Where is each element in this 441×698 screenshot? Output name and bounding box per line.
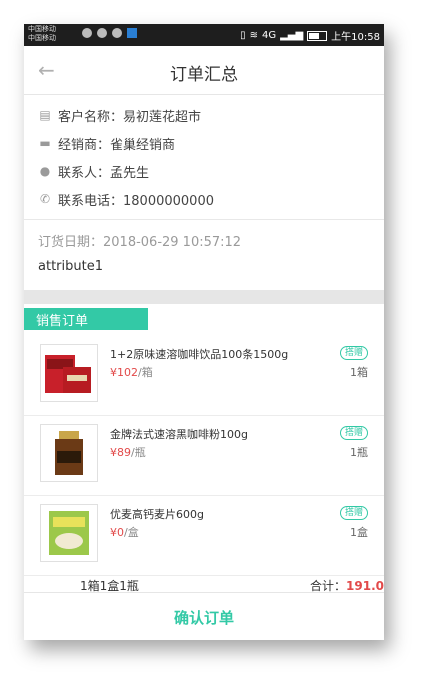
product-qty: 1盒: [350, 526, 368, 539]
list-item[interactable]: 1+2原味速溶咖啡饮品100条1500g ¥102/箱 搭赠 1箱: [24, 336, 384, 416]
carrier-1: 中国移动: [28, 25, 56, 33]
product-name: 优麦高钙麦片600g: [110, 508, 204, 521]
app-icon: [127, 28, 137, 38]
notification-icon: [97, 28, 107, 38]
product-image: [40, 504, 98, 562]
usb-icon: [82, 28, 92, 38]
product-name: 金牌法式速溶黑咖啡粉100g: [110, 428, 248, 441]
status-time: 上午10:58: [331, 32, 380, 43]
price-value: ¥102: [110, 366, 138, 379]
list-item[interactable]: 金牌法式速溶黑咖啡粉100g ¥89/瓶 搭赠 1瓶: [24, 416, 384, 496]
contact-phone: 联系电话：18000000000: [58, 193, 214, 209]
wifi-icon: ≋: [249, 30, 258, 41]
customer-name: 客户名称：易初莲花超市: [58, 109, 202, 125]
dealer-name: 经销商：雀巢经销商: [58, 137, 176, 153]
price-value: ¥0: [110, 526, 124, 539]
product-image: [40, 424, 98, 482]
customer-name-row: ▤ 客户名称：易初莲花超市: [24, 101, 384, 129]
phone-icon: ✆: [39, 192, 51, 206]
product-price: ¥0/盒: [110, 524, 139, 540]
order-summary: 1箱1盒1瓶 合计：191.0: [24, 577, 384, 593]
system-icons: ▯ ≋ 4G ▂▄▆ 上午10:58: [240, 28, 380, 43]
order-date: 订货日期：2018-06-29 10:57:12: [38, 234, 242, 250]
app-bar: ← 订单汇总: [24, 46, 384, 95]
gift-badge: 搭赠: [339, 346, 368, 360]
dealer-row: ▬ 经销商：雀巢经销商: [24, 129, 384, 157]
order-items: 1+2原味速溶咖啡饮品100条1500g ¥102/箱 搭赠 1箱 金牌法式速溶…: [24, 336, 384, 576]
signal-icon: ▂▄▆: [280, 30, 304, 41]
phone-row: ✆ 联系电话：18000000000: [24, 185, 384, 213]
carrier-labels: 中国移动 中国移动: [28, 25, 56, 43]
price-value: ¥89: [110, 446, 131, 459]
truck-icon: ▬: [39, 136, 51, 150]
product-price: ¥89/瓶: [110, 444, 146, 460]
page-title: 订单汇总: [170, 65, 238, 85]
price-unit: /箱: [138, 366, 153, 379]
battery-icon: [307, 30, 328, 41]
divider: [24, 219, 384, 220]
list-item[interactable]: 优麦高钙麦片600g ¥0/盒 搭赠 1盒: [24, 496, 384, 576]
product-price: ¥102/箱: [110, 364, 153, 380]
store-icon: ▤: [39, 108, 51, 122]
total-amount: 191.0: [346, 579, 384, 593]
notification-icons: [82, 28, 137, 38]
contact-name: 联系人：孟先生: [58, 165, 150, 181]
order-attribute: attribute1: [38, 258, 103, 274]
vibrate-icon: ▯: [240, 30, 246, 41]
sync-icon: [112, 28, 122, 38]
signal-label: 4G: [261, 30, 277, 41]
phone-screen: 中国移动 中国移动 ▯ ≋ 4G ▂▄▆ 上午10:58 ← 订单汇总 ▤ 客户…: [24, 24, 384, 640]
price-unit: /瓶: [131, 446, 146, 459]
confirm-order-button[interactable]: 确认订单: [24, 592, 384, 640]
carrier-2: 中国移动: [28, 34, 56, 42]
gift-badge: 搭赠: [339, 426, 368, 440]
product-qty: 1箱: [350, 366, 368, 379]
gift-badge: 搭赠: [339, 506, 368, 520]
contact-row: ● 联系人：孟先生: [24, 157, 384, 185]
customer-info: ▤ 客户名称：易初莲花超市 ▬ 经销商：雀巢经销商 ● 联系人：孟先生 ✆ 联系…: [24, 95, 384, 278]
section-divider: [24, 290, 384, 304]
person-icon: ●: [39, 164, 51, 178]
status-bar: 中国移动 中国移动 ▯ ≋ 4G ▂▄▆ 上午10:58: [24, 24, 384, 46]
price-unit: /盒: [124, 526, 139, 539]
total-label: 合计：: [310, 579, 347, 593]
sales-order-tag: 销售订单: [24, 308, 148, 330]
product-image: [40, 344, 98, 402]
product-name: 1+2原味速溶咖啡饮品100条1500g: [110, 348, 289, 361]
product-qty: 1瓶: [350, 446, 368, 459]
